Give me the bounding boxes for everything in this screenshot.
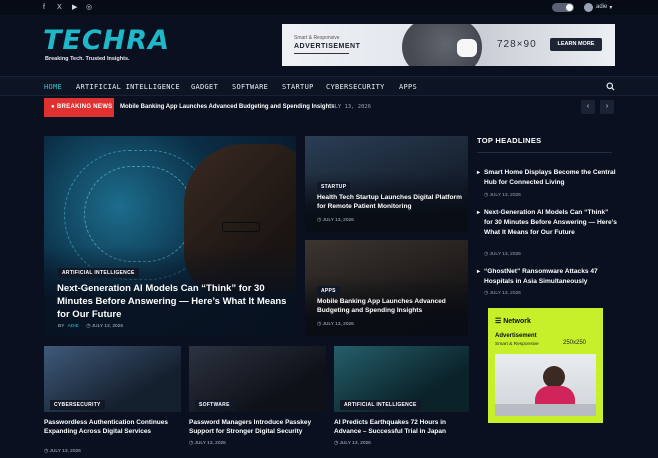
- featured-meta: BY ADIE ◷ JULY 13, 2026: [58, 324, 123, 329]
- featured-image-glasses: [222, 222, 260, 232]
- search-icon[interactable]: [606, 82, 615, 91]
- ad-subtitle: Smart & Responsive: [495, 342, 539, 347]
- headline-title[interactable]: Smart Home Displays Become the Central H…: [484, 169, 616, 186]
- nav-cybersecurity[interactable]: CYBERSECURITY: [326, 83, 385, 91]
- ad-size: 250x250: [563, 340, 587, 346]
- bottom-category-badge[interactable]: ARTIFICIAL INTELLIGENCE: [340, 400, 421, 410]
- main-nav: HOME ARTIFICIAL INTELLIGENCE GADGET SOFT…: [0, 76, 658, 96]
- site-tagline: Breaking Tech. Trusted Insights.: [45, 56, 130, 62]
- featured-by: BY: [58, 324, 65, 329]
- bottom-article-title[interactable]: Passwordless Authentication Continues Ex…: [44, 419, 181, 436]
- bottom-article-date: JULY 13, 2026: [194, 441, 226, 446]
- bottom-article-image[interactable]: ARTIFICIAL INTELLIGENCE: [334, 346, 469, 412]
- caret-right-icon: ▸: [477, 170, 481, 176]
- sidebar-ad[interactable]: ☰ Network Advertisement Smart & Responsi…: [488, 308, 603, 423]
- ad-small-text: Smart & Responsive: [294, 35, 340, 41]
- caret-right-icon: ▸: [477, 210, 481, 216]
- bottom-category-badge[interactable]: SOFTWARE: [195, 400, 234, 410]
- ad-desk: [495, 404, 596, 416]
- user-menu[interactable]: adie ▾: [584, 2, 612, 12]
- ad-learn-more-button[interactable]: LEARN MORE: [550, 38, 602, 51]
- nav-startup[interactable]: STARTUP: [282, 83, 314, 91]
- side-article-date: JULY 13, 2026: [322, 322, 354, 327]
- headline-item[interactable]: ▸ “GhostNet” Ransomware Attacks 47 Hospit…: [477, 267, 617, 287]
- breaking-news-date: JULY 13, 2026: [328, 104, 372, 110]
- side-category-badge[interactable]: STARTUP: [317, 182, 351, 192]
- dark-mode-toggle[interactable]: [552, 3, 574, 12]
- x-icon[interactable]: X: [57, 3, 62, 12]
- headline-date: JULY 13, 2026: [489, 252, 521, 257]
- header-ad-banner[interactable]: Smart & Responsive ADVERTISEMENT 728×90 …: [282, 24, 615, 66]
- nav-gadget[interactable]: GADGET: [191, 83, 218, 91]
- side-article-date: JULY 13, 2026: [322, 218, 354, 223]
- headline-date: JULY 13, 2026: [489, 193, 521, 198]
- ad-brand-name: Network: [503, 318, 531, 325]
- headline-title[interactable]: “GhostNet” Ransomware Attacks 47 Hospita…: [484, 268, 598, 285]
- nav-home[interactable]: HOME: [44, 83, 62, 91]
- facebook-icon[interactable]: f: [43, 3, 45, 12]
- ad-size: 728×90: [497, 39, 537, 50]
- breaking-news-label-text: BREAKING NEWS: [56, 104, 113, 110]
- bottom-article-meta: ◷ JULY 13, 2026: [189, 441, 226, 446]
- side-category-badge[interactable]: APPS: [317, 286, 340, 296]
- headline-meta: ◷ JULY 13, 2026: [484, 193, 521, 198]
- network-icon: ☰: [495, 318, 504, 325]
- breaking-news-headline[interactable]: Mobile Banking App Launches Advanced Bud…: [120, 104, 335, 110]
- featured-author[interactable]: ADIE: [68, 324, 79, 329]
- bottom-article-meta: ◷ JULY 13, 2026: [334, 441, 371, 446]
- ad-earbud-image: [457, 39, 477, 57]
- ad-photo: [495, 354, 596, 416]
- chevron-down-icon: ▾: [609, 4, 613, 11]
- top-headlines-heading: TOP HEADLINES: [477, 136, 542, 145]
- bottom-article-date: JULY 13, 2026: [339, 441, 371, 446]
- bottom-article-title[interactable]: AI Predicts Earthquakes 72 Hours in Adva…: [334, 419, 474, 436]
- side-article-meta: ◷ JULY 13, 2026: [317, 322, 354, 327]
- site-logo[interactable]: TECHRA: [43, 26, 170, 56]
- sidebar-divider: [477, 152, 612, 153]
- side-article-apps[interactable]: APPS Mobile Banking App Launches Advance…: [305, 240, 468, 336]
- bottom-article-meta: ◷ JULY 13, 2026: [44, 449, 81, 454]
- toggle-knob: [566, 4, 573, 11]
- headline-meta: ◷ JULY 13, 2026: [484, 252, 521, 257]
- clock-icon: ◷: [86, 324, 91, 329]
- nav-apps[interactable]: APPS: [399, 83, 417, 91]
- bottom-article-image[interactable]: CYBERSECURITY: [44, 346, 181, 412]
- headline-item[interactable]: ▸ Next-Generation AI Models Can “Think” f…: [477, 208, 617, 238]
- ad-brand: ☰ Network: [495, 317, 531, 325]
- ad-title: Advertisement: [495, 333, 537, 339]
- breaking-prev-button[interactable]: ‹: [581, 100, 595, 114]
- side-article-title[interactable]: Mobile Banking App Launches Advanced Bud…: [317, 298, 463, 315]
- bottom-article-image[interactable]: SOFTWARE: [189, 346, 326, 412]
- headline-meta: ◷ JULY 13, 2026: [484, 291, 521, 296]
- breaking-news-bar: ● BREAKING NEWS Mobile Banking App Launc…: [44, 98, 614, 117]
- instagram-icon[interactable]: ◎: [86, 3, 92, 12]
- nav-software[interactable]: SOFTWARE: [232, 83, 268, 91]
- bottom-article-date: JULY 13, 2026: [49, 449, 81, 454]
- featured-article[interactable]: ARTIFICIAL INTELLIGENCE Next-Generation …: [44, 136, 296, 336]
- featured-category-badge[interactable]: ARTIFICIAL INTELLIGENCE: [58, 268, 139, 278]
- nav-artificial-intelligence[interactable]: ARTIFICIAL INTELLIGENCE: [76, 83, 180, 91]
- caret-right-icon: ▸: [477, 269, 481, 275]
- breaking-news-label: ● BREAKING NEWS: [44, 98, 114, 117]
- avatar: [584, 2, 593, 12]
- featured-title[interactable]: Next-Generation AI Models Can “Think” fo…: [57, 282, 287, 321]
- headline-date: JULY 13, 2026: [489, 291, 521, 296]
- bottom-article-title[interactable]: Password Managers Introduce Passkey Supp…: [189, 419, 329, 436]
- side-article-title[interactable]: Health Tech Startup Launches Digital Pla…: [317, 194, 463, 211]
- youtube-icon[interactable]: ▶: [72, 3, 77, 12]
- ad-title: ADVERTISEMENT: [294, 43, 361, 50]
- top-bar: f X ▶ ◎ adie ▾: [0, 0, 658, 15]
- featured-date: JULY 13, 2026: [91, 324, 124, 329]
- ad-person-head: [543, 366, 565, 388]
- bottom-category-badge[interactable]: CYBERSECURITY: [50, 400, 105, 410]
- breaking-next-button[interactable]: ›: [600, 100, 614, 114]
- side-article-meta: ◷ JULY 13, 2026: [317, 218, 354, 223]
- ad-divider: [294, 53, 349, 54]
- headline-item[interactable]: ▸ Smart Home Displays Become the Central …: [477, 168, 617, 188]
- side-article-startup[interactable]: STARTUP Health Tech Startup Launches Dig…: [305, 136, 468, 232]
- headline-title[interactable]: Next-Generation AI Models Can “Think” fo…: [484, 209, 617, 236]
- user-name: adie: [596, 4, 608, 10]
